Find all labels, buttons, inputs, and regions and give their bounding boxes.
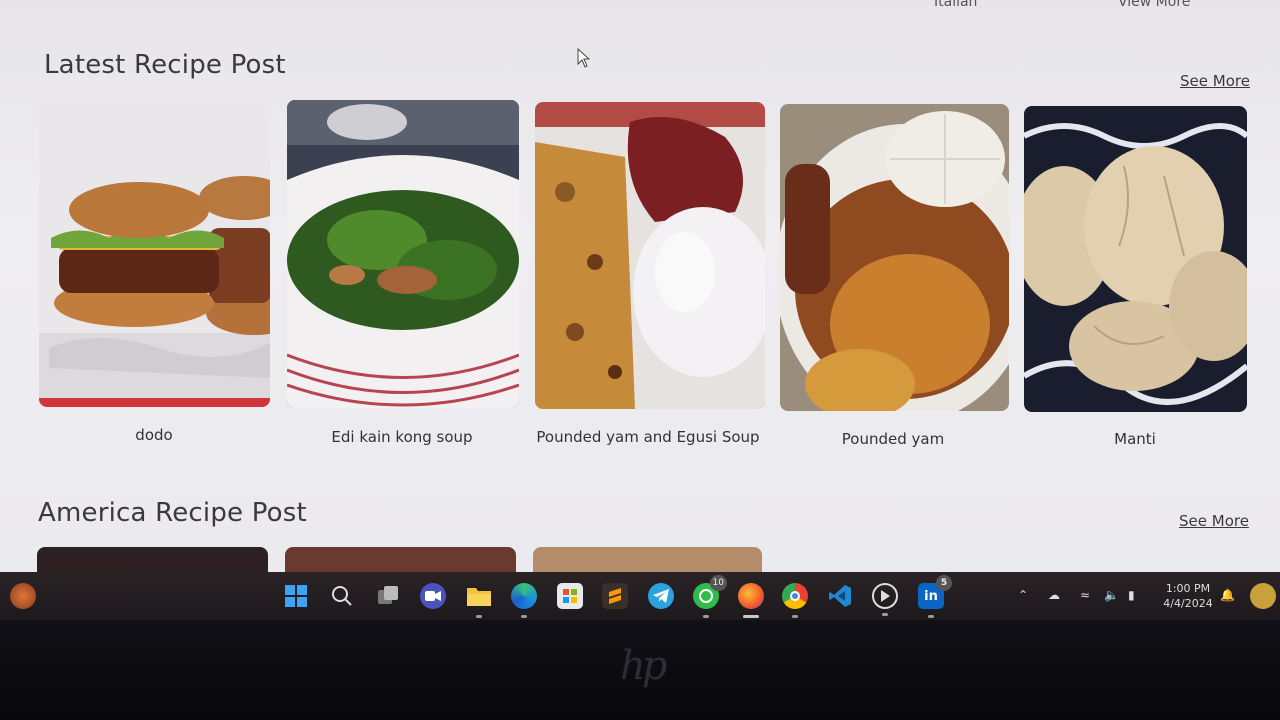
whatsapp-icon[interactable]: 10 [693,575,727,618]
onedrive-icon[interactable]: ☁ [1048,588,1060,602]
clock[interactable]: 1:00 PM 4/4/2024 [1148,581,1228,611]
task-view-icon[interactable] [375,583,401,609]
recipe-image-pounded-yam [780,104,1009,411]
america-see-more-link[interactable]: See More [1179,512,1249,530]
edge-icon[interactable] [511,583,537,618]
copilot-icon[interactable] [1250,583,1276,609]
america-recipe-card[interactable] [533,547,762,572]
recipe-card-manti[interactable] [1024,106,1247,412]
wifi-icon[interactable]: ≈ [1080,588,1090,602]
vscode-icon[interactable] [827,583,853,609]
latest-see-more-link[interactable]: See More [1180,72,1250,90]
media-player-icon[interactable] [872,583,898,616]
store-icon[interactable] [557,583,583,609]
recipe-card-dodo[interactable] [39,98,270,407]
volume-icon[interactable]: 🔈 [1104,588,1119,602]
recipe-label-pounded-yam-egusi[interactable]: Pounded yam and Egusi Soup [528,428,768,446]
recipe-card-edi-kain-kong[interactable] [287,100,519,408]
sublime-text-icon[interactable] [602,583,628,609]
mouse-cursor-icon [577,48,591,68]
chrome-icon[interactable] [782,583,808,618]
telegram-icon[interactable] [648,583,674,609]
recipe-label-edi-kain-kong[interactable]: Edi kain kong soup [282,428,522,446]
recipe-image-pounded-yam-egusi [535,102,765,409]
america-recipe-card[interactable] [37,547,268,572]
linkedin-badge: 5 [936,575,952,591]
chevron-up-icon[interactable]: ⌃ [1018,588,1028,602]
recipe-label-dodo[interactable]: dodo [34,426,274,444]
recipe-image-edi-kain-kong [287,100,519,408]
file-explorer-icon[interactable] [466,583,492,618]
meet-icon[interactable] [420,583,446,609]
recipe-card-pounded-yam[interactable] [780,104,1009,411]
clock-time: 1:00 PM [1165,582,1211,595]
taskbar: 10 in 5 ⌃ ☁ ≈ 🔈 ▮ 1:00 PM 4/4/2024 🔔 [0,572,1280,620]
battery-icon[interactable]: ▮ [1128,588,1135,602]
view-more-link[interactable]: View More [1118,0,1190,10]
clock-date: 4/4/2024 [1163,597,1213,610]
linkedin-icon[interactable]: in 5 [918,575,952,618]
recipe-label-pounded-yam[interactable]: Pounded yam [773,430,1013,448]
recipe-image-manti [1024,106,1247,412]
search-icon[interactable] [329,583,355,609]
notification-bell-icon[interactable]: 🔔 [1220,588,1235,602]
recipe-card-pounded-yam-egusi[interactable] [535,102,765,409]
latest-recipe-title: Latest Recipe Post [44,50,286,80]
windows-start-icon[interactable] [283,583,309,609]
america-recipe-title: America Recipe Post [38,498,307,528]
hp-logo-icon: hp [620,643,667,689]
america-recipe-card[interactable] [285,547,516,572]
firefox-icon[interactable] [738,583,764,618]
whatsapp-badge: 10 [709,575,727,591]
browser-page: Italian View More Latest Recipe Post See… [0,0,1280,572]
recipe-label-manti[interactable]: Manti [1015,430,1255,448]
weather-widget-icon[interactable] [10,583,36,609]
linkedin-glyph: in [924,588,938,604]
italian-link[interactable]: Italian [934,0,977,10]
recipe-image-dodo [39,98,270,407]
